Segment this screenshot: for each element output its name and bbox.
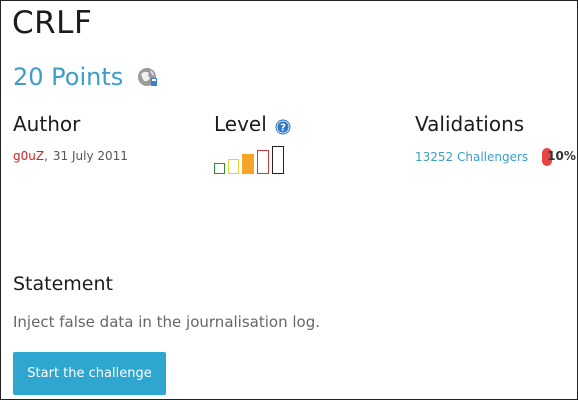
svg-text:?: ? — [280, 123, 286, 134]
difficulty-level-indicator — [214, 146, 284, 174]
level-header: Level — [214, 112, 267, 136]
author-link[interactable]: g0uZ — [13, 149, 44, 163]
validations-line: 13252 Challengers 10% — [415, 148, 576, 166]
points-row: 20 Points — [13, 63, 159, 91]
author-header: Author — [13, 112, 81, 136]
challenge-title: CRLF — [12, 5, 93, 41]
globe-icon[interactable] — [137, 66, 159, 88]
level-bar-4 — [257, 150, 269, 174]
challengers-link[interactable]: 13252 Challengers — [415, 150, 528, 164]
start-challenge-button[interactable]: Start the challenge — [13, 352, 166, 395]
challenge-panel: CRLF 20 Points Author Level ? Validation… — [0, 0, 578, 400]
level-header-wrap: Level ? — [214, 112, 291, 136]
validation-percent-badge: 10% — [542, 148, 576, 166]
level-bar-5 — [272, 146, 284, 174]
statement-header: Statement — [13, 273, 113, 295]
statement-text: Inject false data in the journalisation … — [13, 313, 320, 331]
points-value: 20 Points — [13, 63, 124, 91]
level-bar-1 — [214, 163, 225, 174]
level-bar-2 — [228, 159, 239, 174]
validation-percent-text: 10% — [547, 149, 576, 163]
validations-header: Validations — [415, 112, 525, 136]
author-date: 31 July 2011 — [52, 149, 128, 163]
help-icon[interactable]: ? — [275, 116, 291, 135]
author-line: g0uZ, 31 July 2011 — [13, 149, 128, 163]
level-bar-3 — [242, 154, 254, 174]
author-separator: , — [44, 149, 48, 163]
